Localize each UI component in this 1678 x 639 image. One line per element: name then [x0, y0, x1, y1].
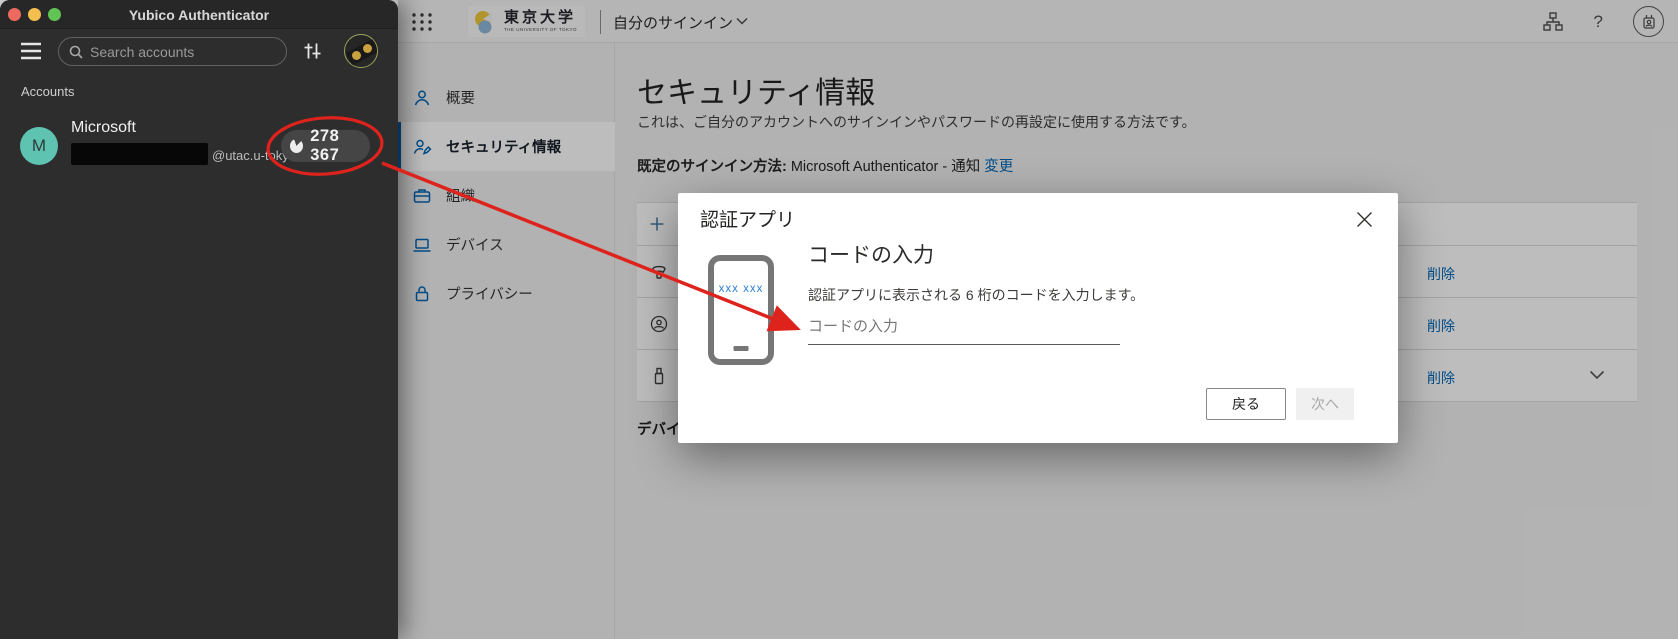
otp-code: 278 367 — [310, 127, 370, 165]
authenticator-app-dialog: 認証アプリ xxx xxx コードの入力 認証アプリに表示される 6 桁のコード… — [678, 193, 1398, 443]
filter-sliders-icon[interactable] — [303, 42, 322, 60]
window-titlebar: Yubico Authenticator — [0, 0, 398, 29]
dialog-heading: コードの入力 — [808, 239, 934, 269]
phone-illustration: xxx xxx — [708, 255, 774, 365]
screen: 東京大学 THE UNIVERSITY OF TOKYO 自分のサインイン ? — [0, 0, 1678, 639]
account-avatar: M — [20, 127, 58, 165]
search-icon — [69, 45, 83, 59]
redacted-account-name — [71, 143, 208, 165]
window-title: Yubico Authenticator — [0, 7, 398, 23]
countdown-timer-icon — [290, 139, 303, 153]
account-issuer: Microsoft — [71, 119, 136, 137]
dialog-title: 認証アプリ — [700, 205, 795, 232]
back-button[interactable]: 戻る — [1206, 388, 1286, 420]
phone-screen-code: xxx xxx — [714, 283, 768, 295]
phone-home-bar — [734, 346, 749, 351]
search-input[interactable] — [90, 44, 286, 60]
next-button[interactable]: 次へ — [1296, 388, 1354, 420]
yubikey-icon[interactable] — [344, 34, 378, 68]
accounts-section-label: Accounts — [21, 84, 74, 99]
hamburger-menu-icon[interactable] — [20, 42, 42, 60]
search-field — [58, 37, 287, 66]
dialog-instruction: 認証アプリに表示される 6 桁のコードを入力します。 — [808, 285, 1144, 305]
close-icon[interactable] — [1352, 207, 1376, 231]
yubico-authenticator-window: Yubico Authenticator Accounts M Microsof… — [0, 0, 398, 639]
otp-code-pill[interactable]: 278 367 — [281, 130, 370, 162]
code-input[interactable] — [808, 309, 1120, 345]
